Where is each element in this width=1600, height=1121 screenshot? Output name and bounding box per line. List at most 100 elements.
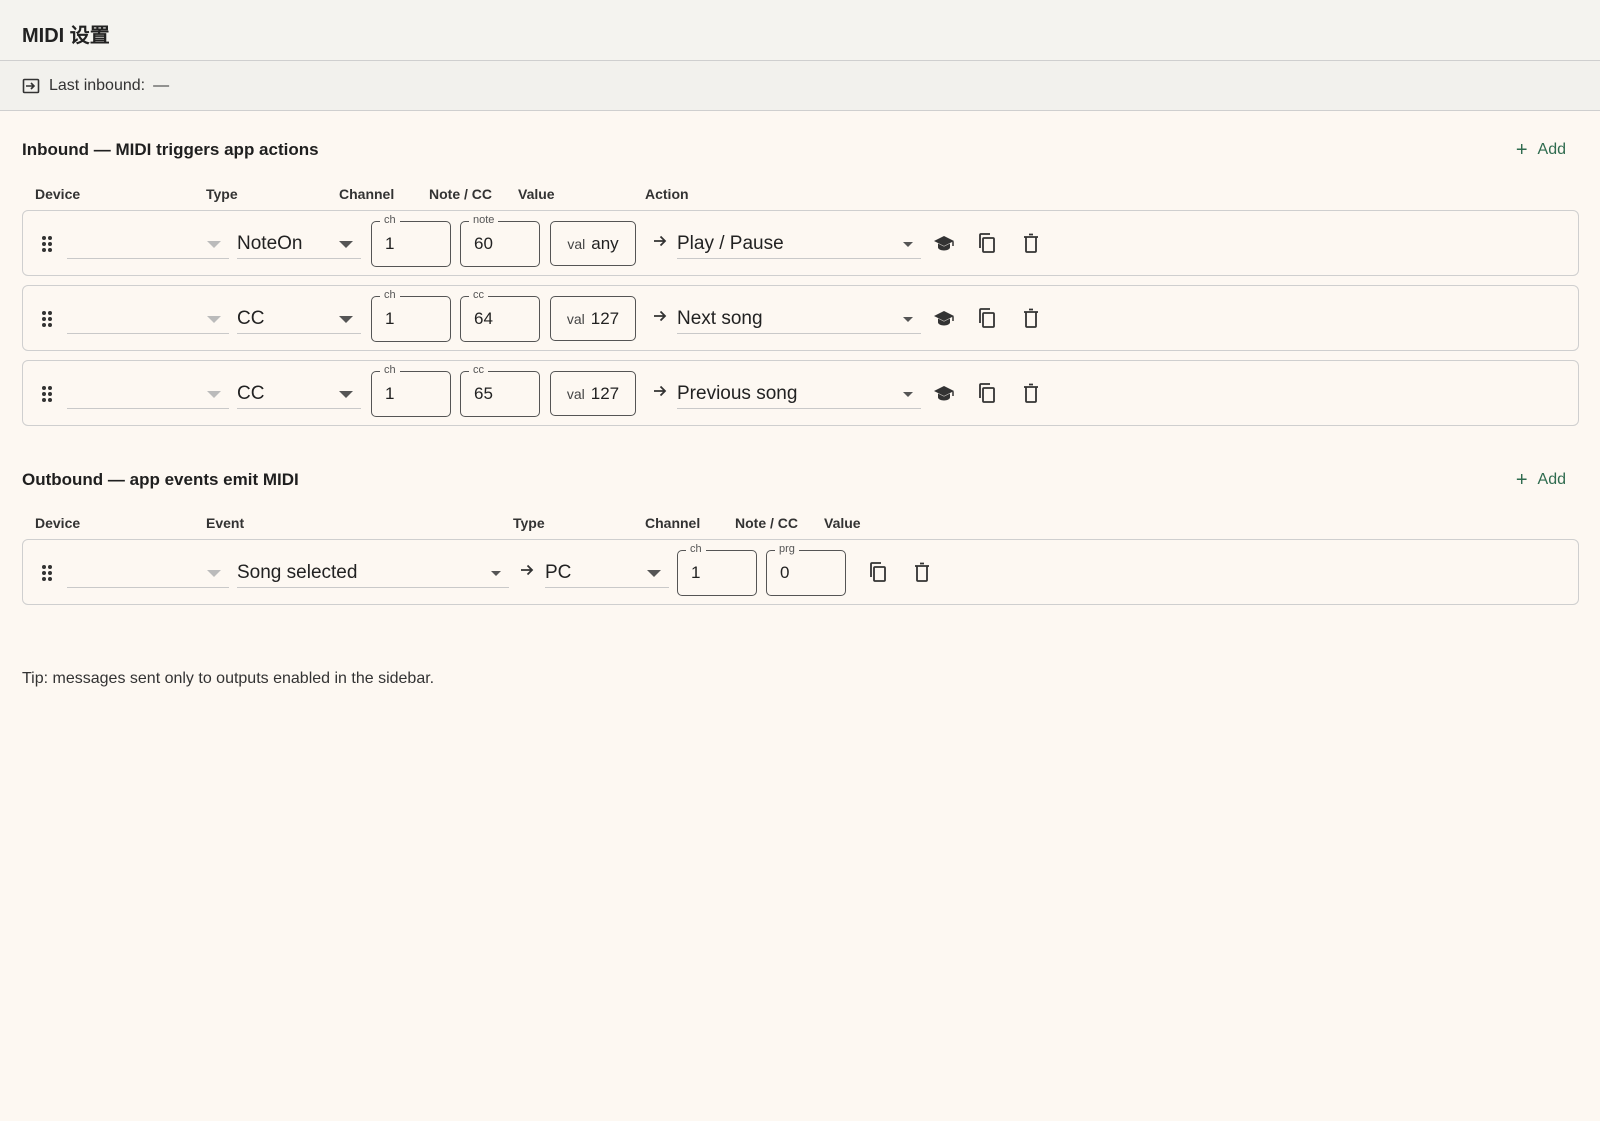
action-select[interactable]: Previous song: [677, 379, 921, 409]
inbound-col-note-cc: Note / CC: [429, 186, 492, 202]
value-field[interactable]: val 127: [550, 371, 636, 416]
last-inbound-label: Last inbound:: [49, 76, 146, 94]
chevron-down-icon: [207, 391, 221, 398]
event-select[interactable]: Song selected: [237, 558, 509, 588]
chevron-down-icon: [207, 316, 221, 323]
duplicate-icon[interactable]: [976, 381, 998, 405]
chevron-down-icon: [207, 570, 221, 577]
chevron-down-icon: [339, 391, 353, 398]
drag-handle-icon[interactable]: [41, 564, 53, 582]
plus-icon: +: [1515, 139, 1528, 161]
learn-icon[interactable]: [933, 231, 955, 255]
type-value: CC: [237, 308, 265, 329]
status-bar: Last inbound: —: [0, 61, 1600, 111]
value-field[interactable]: val any: [550, 221, 636, 266]
cc-field[interactable]: cc 64: [460, 288, 540, 342]
outbound-col-event: Event: [206, 515, 245, 531]
arrow-right-icon: [654, 310, 667, 322]
inbound-col-channel: Channel: [339, 186, 395, 202]
channel-field[interactable]: ch 1: [677, 542, 757, 596]
channel-value: 1: [385, 309, 395, 328]
type-value: NoteOn: [237, 233, 303, 254]
type-select[interactable]: NoteOn: [237, 229, 361, 259]
channel-legend: ch: [380, 288, 400, 302]
channel-legend: ch: [380, 363, 400, 377]
event-value: Song selected: [237, 562, 358, 583]
duplicate-icon[interactable]: [976, 231, 998, 255]
duplicate-icon[interactable]: [867, 560, 889, 584]
inbound-col-device: Device: [35, 186, 81, 202]
duplicate-icon[interactable]: [976, 306, 998, 330]
drag-handle-icon[interactable]: [41, 310, 53, 328]
delete-icon[interactable]: [1020, 231, 1042, 255]
channel-legend: ch: [686, 542, 706, 556]
learn-icon[interactable]: [933, 306, 955, 330]
channel-legend: ch: [380, 213, 400, 227]
chevron-down-icon: [207, 241, 221, 248]
delete-icon[interactable]: [911, 560, 933, 584]
action-select[interactable]: Next song: [677, 304, 921, 334]
inbound-col-value: Value: [518, 186, 555, 202]
chevron-down-icon: [903, 317, 913, 322]
inbound-add-button[interactable]: + Add: [1516, 140, 1566, 160]
chevron-down-icon: [491, 571, 501, 576]
inbound-add-label: Add: [1537, 141, 1566, 158]
inbound-row: NoteOn ch 1 note 60 val any Play / Pause: [22, 210, 1579, 276]
note-field[interactable]: note 60: [460, 213, 540, 267]
inbound-col-type: Type: [206, 186, 238, 202]
outbound-col-channel: Channel: [645, 515, 701, 531]
arrow-right-icon: [654, 385, 667, 397]
outbound-section-title: Outbound — app events emit MIDI: [22, 470, 299, 489]
type-select[interactable]: CC: [237, 304, 361, 334]
inbound-icon: [22, 78, 40, 94]
value-value: 127: [590, 383, 620, 403]
cc-value: 65: [474, 384, 493, 403]
action-value: Previous song: [677, 383, 798, 404]
plus-icon: +: [1515, 469, 1528, 491]
device-select[interactable]: [67, 558, 229, 588]
tip-text: Tip: messages sent only to outputs enabl…: [22, 670, 435, 687]
note-legend: note: [469, 213, 499, 227]
chevron-down-icon: [339, 316, 353, 323]
inbound-row: CC ch 1 cc 65 val 127 Previous song: [22, 360, 1579, 426]
device-select[interactable]: [67, 379, 229, 409]
device-select[interactable]: [67, 229, 229, 259]
delete-icon[interactable]: [1020, 381, 1042, 405]
channel-field[interactable]: ch 1: [371, 363, 451, 417]
arrow-right-icon: [521, 564, 534, 576]
channel-field[interactable]: ch 1: [371, 213, 451, 267]
channel-field[interactable]: ch 1: [371, 288, 451, 342]
program-field[interactable]: prg 0: [766, 542, 846, 596]
channel-value: 1: [385, 384, 395, 403]
action-select[interactable]: Play / Pause: [677, 229, 921, 259]
outbound-col-device: Device: [35, 515, 81, 531]
chevron-down-icon: [903, 392, 913, 397]
type-value: CC: [237, 383, 265, 404]
cc-value: 64: [474, 309, 493, 328]
value-label: val: [566, 310, 585, 327]
program-legend: prg: [775, 542, 799, 556]
value-label: val: [567, 235, 586, 252]
outbound-col-note-cc: Note / CC: [735, 515, 798, 531]
program-value: 0: [780, 563, 790, 582]
device-select[interactable]: [67, 304, 229, 334]
cc-field[interactable]: cc 65: [460, 363, 540, 417]
action-value: Play / Pause: [677, 233, 784, 254]
learn-icon[interactable]: [933, 381, 955, 405]
drag-handle-icon[interactable]: [41, 385, 53, 403]
type-select[interactable]: CC: [237, 379, 361, 409]
type-value: PC: [545, 562, 572, 583]
channel-value: 1: [691, 563, 701, 582]
delete-icon[interactable]: [1020, 306, 1042, 330]
drag-handle-icon[interactable]: [41, 235, 53, 253]
type-select[interactable]: PC: [545, 558, 669, 588]
cc-legend: cc: [469, 288, 488, 302]
value-field[interactable]: val 127: [550, 296, 636, 341]
chevron-down-icon: [647, 570, 661, 577]
inbound-section-title: Inbound — MIDI triggers app actions: [22, 140, 319, 159]
outbound-row: Song selected PC ch 1 prg 0: [22, 539, 1579, 605]
inbound-col-action: Action: [645, 186, 689, 202]
outbound-add-button[interactable]: + Add: [1516, 470, 1566, 490]
value-value: 127: [590, 308, 620, 328]
note-value: 60: [474, 234, 493, 253]
